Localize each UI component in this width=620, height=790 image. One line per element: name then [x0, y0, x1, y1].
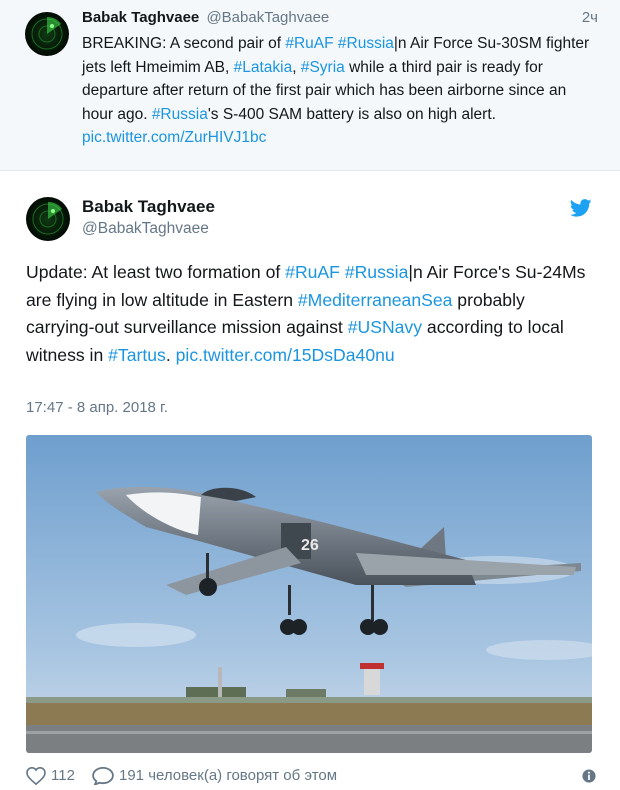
avatar[interactable] [26, 197, 70, 241]
tweet-text-segment: Update: At least two formation of [26, 262, 286, 282]
top-tweet[interactable]: Babak Taghvaee @BabakTaghvaee 2ч BREAKIN… [0, 0, 620, 171]
speech-bubble-icon [92, 767, 114, 785]
hashtag-link[interactable]: #Russia [152, 106, 208, 123]
author-name[interactable]: Babak Taghvaee [82, 9, 199, 26]
tweet-photo[interactable]: 26 [26, 435, 592, 753]
tweet-text: BREAKING: A second pair of #RuAF #Russia… [82, 32, 597, 150]
tweet-text: Update: At least two formation of #RuAF … [26, 259, 596, 369]
tweet-text-segment: , [292, 58, 301, 76]
reply-count: 191 человек(а) говорят об этом [119, 767, 338, 784]
hashtag-link[interactable]: #Tartus [108, 345, 166, 365]
avatar[interactable] [25, 12, 69, 56]
reply-button[interactable]: 191 человек(а) говорят об этом [92, 765, 337, 787]
media-link[interactable]: pic.twitter.com/15DsDa40nu [176, 345, 395, 365]
hashtag-link[interactable]: #Russia [345, 262, 409, 282]
hashtag-link[interactable]: #USNavy [348, 317, 422, 337]
hashtag-link[interactable]: #Syria [301, 59, 345, 76]
tweet-text-segment: BREAKING: A second pair of [82, 35, 286, 52]
top-tweet-header: Babak Taghvaee @BabakTaghvaee [82, 8, 329, 28]
like-button[interactable]: 112 [26, 765, 75, 787]
media-link[interactable]: pic.twitter.com/ZurHIVJ1bc [82, 129, 266, 146]
author-name[interactable]: Babak Taghvaee [82, 196, 215, 218]
aircraft-number: 26 [301, 537, 319, 554]
hashtag-link[interactable]: #MediterraneanSea [298, 290, 453, 310]
main-tweet: Babak Taghvaee @BabakTaghvaee Update: At… [0, 171, 620, 787]
hashtag-link[interactable]: #Russia [338, 35, 394, 52]
twitter-bird-icon[interactable] [569, 199, 592, 217]
hashtag-link[interactable]: #RuAF [285, 35, 333, 52]
radar-avatar-icon [26, 197, 70, 241]
author-handle[interactable]: @BabakTaghvaee [82, 218, 209, 240]
heart-icon [26, 767, 46, 785]
tweet-date[interactable]: 17:47 - 8 апр. 2018 г. [26, 399, 168, 416]
tweet-text-segment: 's S-400 SAM battery is also on high ale… [207, 105, 496, 123]
tweet-text-segment: . [165, 344, 176, 365]
radar-avatar-icon [25, 12, 69, 56]
tweet-actions: 112 191 человек(а) говорят об этом [26, 765, 596, 787]
author-handle[interactable]: @BabakTaghvaee [206, 9, 329, 26]
hashtag-link[interactable]: #Latakia [234, 59, 293, 76]
aircraft-photo: 26 [26, 435, 592, 753]
like-count: 112 [51, 767, 75, 784]
hashtag-link[interactable]: #RuAF [285, 262, 340, 282]
tweet-time[interactable]: 2ч [582, 9, 598, 26]
